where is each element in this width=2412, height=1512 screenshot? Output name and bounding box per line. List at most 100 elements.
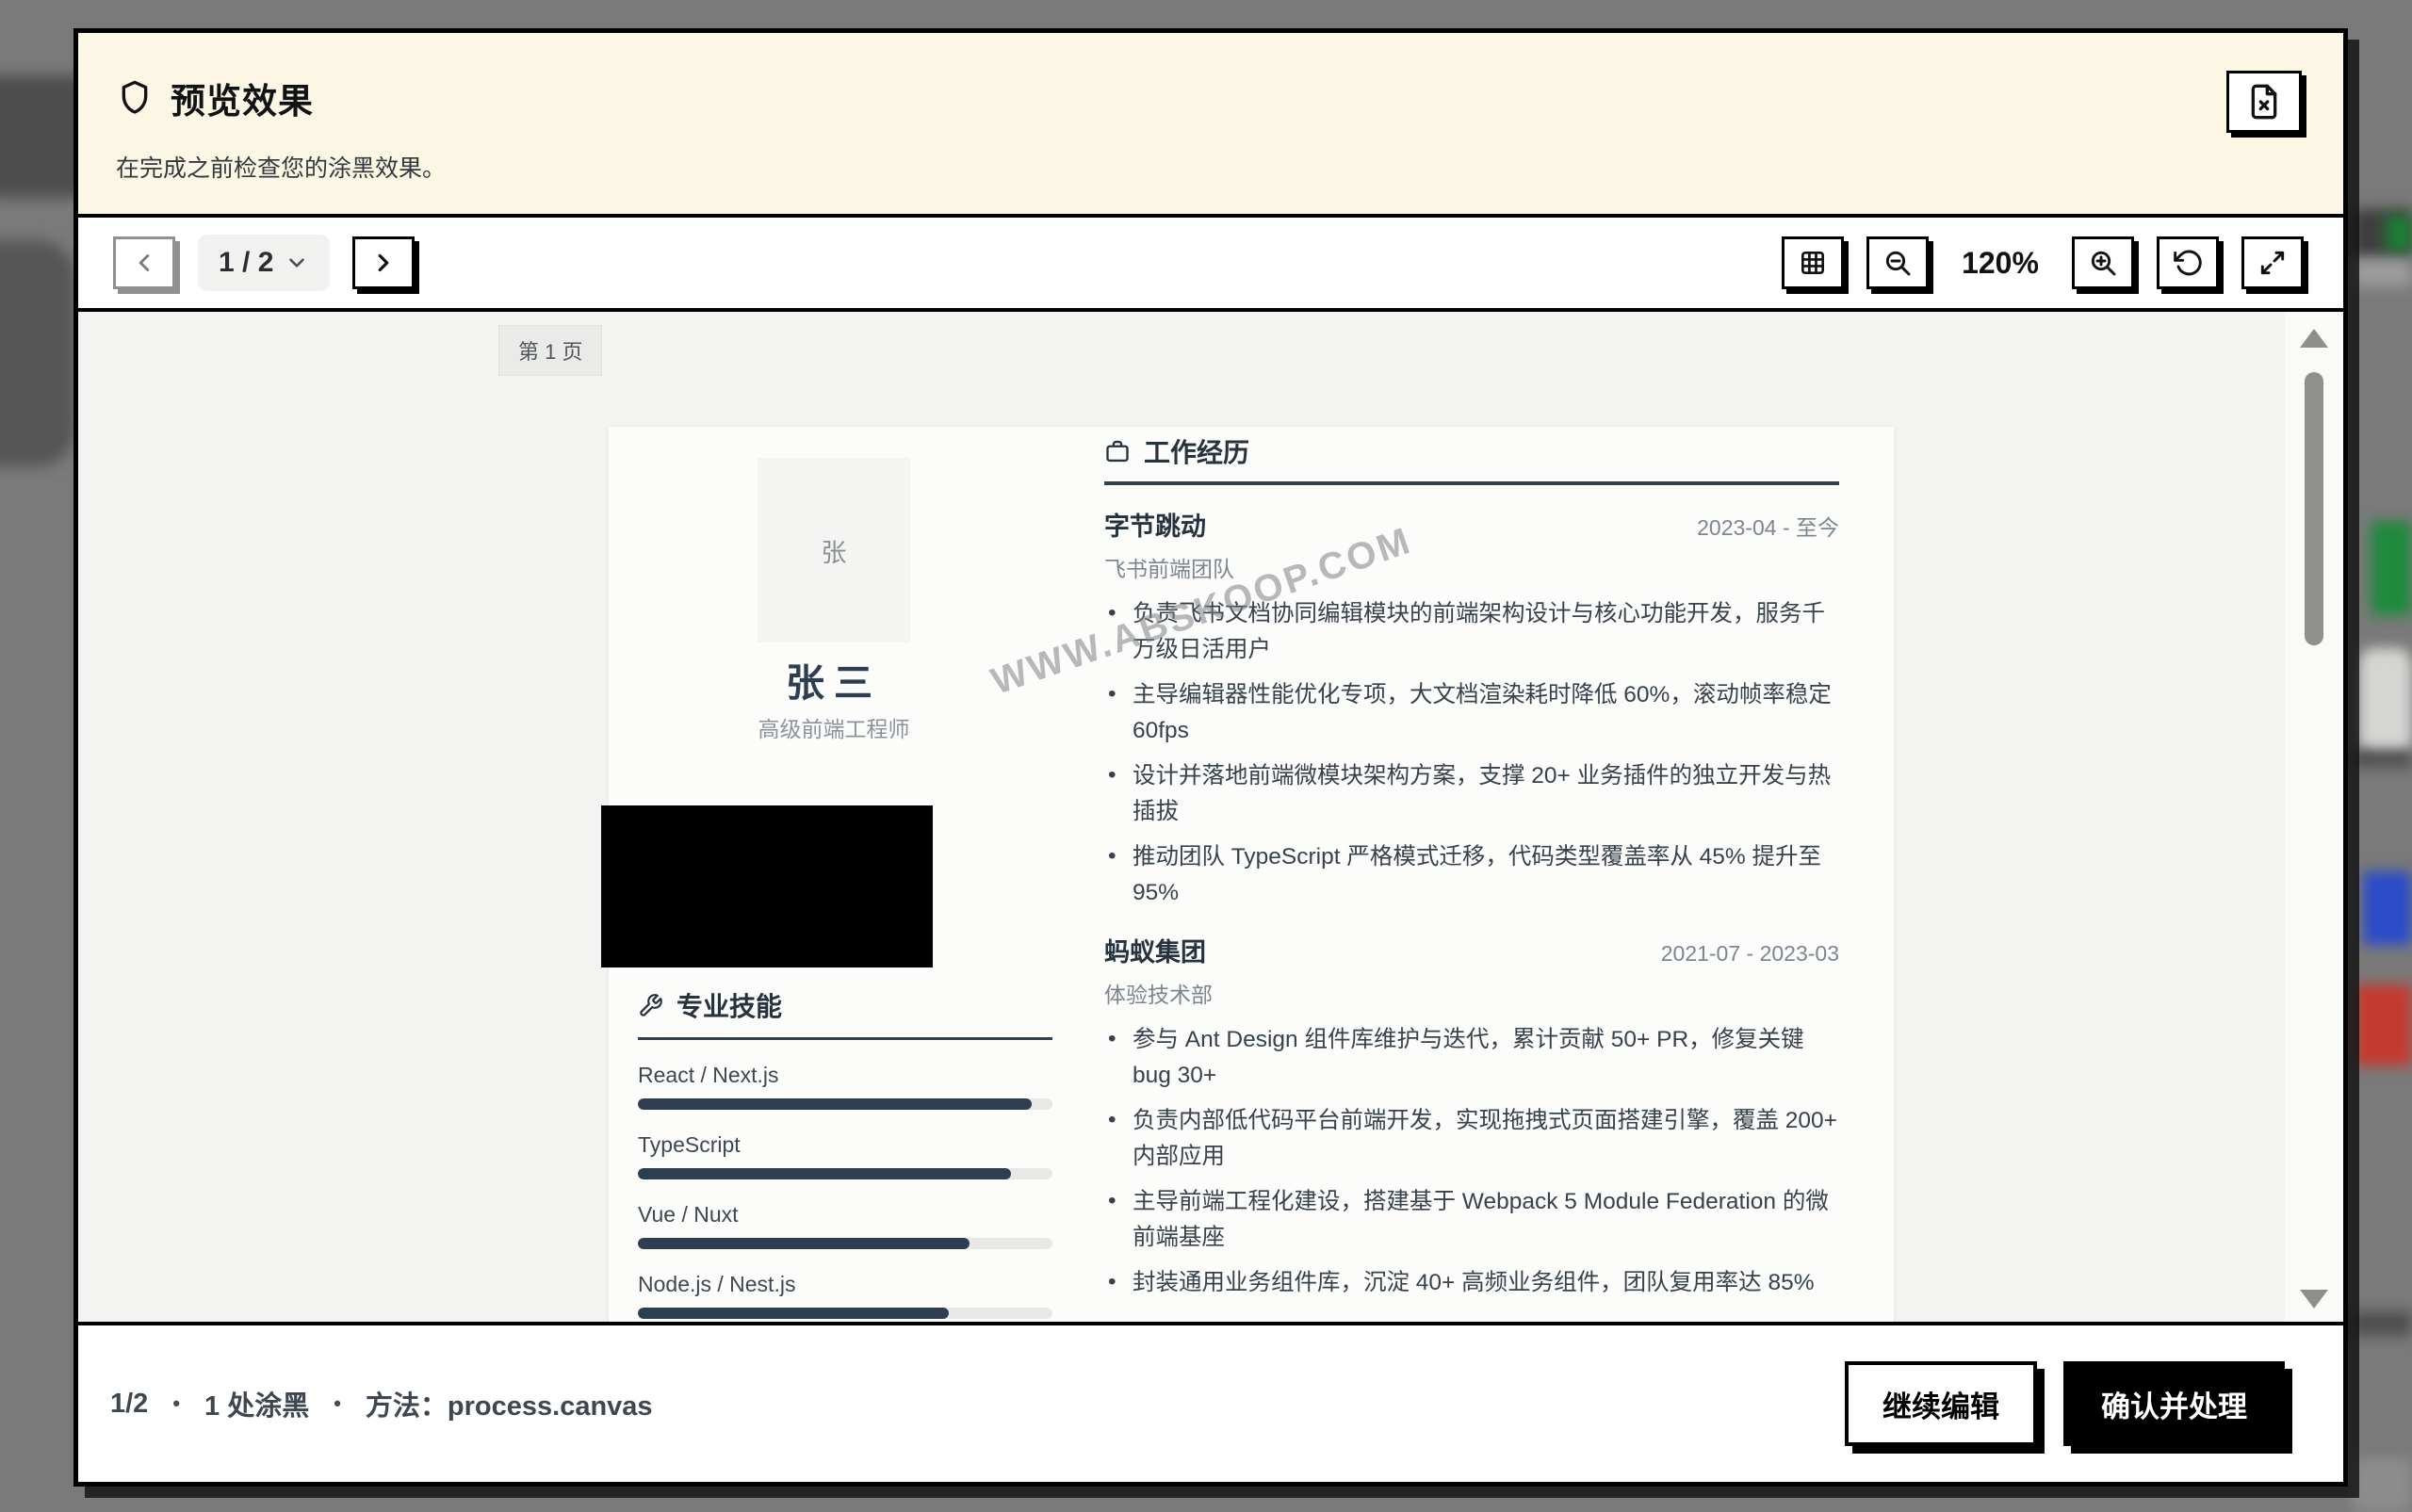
chevron-down-icon bbox=[285, 251, 309, 275]
briefcase-icon bbox=[1104, 438, 1131, 464]
background-blur-dark-line bbox=[2354, 750, 2412, 767]
fullscreen-button[interactable] bbox=[2241, 236, 2304, 289]
modal-title-row: 预览效果 bbox=[116, 73, 2343, 123]
job-entry: 字节跳动 2023-04 - 至今飞书前端团队负责飞书文档协同编辑模块的前端架构设… bbox=[1104, 506, 1839, 911]
skills-list: React / Next.js TypeScript Vue / Nuxt Node.… bbox=[638, 1063, 1052, 1325]
job-bullet-list: 参与 Ant Design 组件库维护与迭代，累计贡献 50+ PR，修复关键 … bbox=[1104, 1022, 1839, 1301]
page-number-badge: 第 1 页 bbox=[498, 325, 602, 376]
skill-label: React / Next.js bbox=[638, 1063, 1052, 1088]
job-entry: 蚂蚁集团2021-07 - 2023-03 体验技术部参与 Ant Design … bbox=[1104, 932, 1839, 1301]
skill-label: TypeScript bbox=[638, 1132, 1052, 1158]
export-file-button[interactable] bbox=[2226, 71, 2302, 133]
resume-page: 张 张三 高级前端工程师 专业技能 React / Next.js TypeScr… bbox=[609, 427, 1894, 1325]
scroll-down-arrow-icon[interactable] bbox=[2300, 1290, 2328, 1309]
skill-item: Node.js / Nest.js bbox=[638, 1272, 1052, 1319]
skills-divider bbox=[638, 1037, 1052, 1040]
chevron-left-icon bbox=[130, 249, 158, 277]
skill-bar-fill bbox=[638, 1308, 949, 1319]
grid-view-button[interactable] bbox=[1782, 236, 1844, 289]
background-blur-bottom-strip bbox=[2352, 1311, 2412, 1336]
skill-label: Node.js / Nest.js bbox=[638, 1272, 1052, 1297]
document-preview-area: 第 1 页 张 张三 高级前端工程师 专业技能 React / Next. bbox=[78, 312, 2343, 1325]
skill-bar-fill bbox=[638, 1168, 1011, 1179]
skill-bar-track bbox=[638, 1238, 1052, 1249]
redaction-status: 1/2 • 1 处涂黑 • 方法：process.canvas bbox=[110, 1384, 1818, 1423]
status-page: 1/2 bbox=[110, 1389, 148, 1420]
avatar-char: 张 bbox=[822, 532, 847, 569]
skill-item: React / Next.js bbox=[638, 1063, 1052, 1110]
skill-item: Vue / Nuxt bbox=[638, 1202, 1052, 1249]
skills-section: 专业技能 React / Next.js TypeScript Vue / Nuxt… bbox=[638, 986, 1052, 1325]
status-method: 方法：process.canvas bbox=[366, 1384, 653, 1423]
skill-bar-track bbox=[638, 1308, 1052, 1319]
zoom-in-icon bbox=[2088, 248, 2118, 278]
preview-toolbar: 1 / 2 bbox=[78, 218, 2343, 312]
skill-bar-track bbox=[638, 1098, 1052, 1110]
resume-role: 高级前端工程师 bbox=[609, 711, 1059, 743]
status-separator: • bbox=[172, 1391, 180, 1416]
modal-subtitle: 在完成之前检查您的涂黑效果。 bbox=[116, 150, 2343, 184]
job-company: 蚂蚁集团 bbox=[1104, 932, 1206, 968]
prev-page-button[interactable] bbox=[113, 236, 175, 289]
job-team: 体验技术部 bbox=[1104, 977, 1839, 1009]
scrollbar-thumb[interactable] bbox=[2305, 372, 2323, 645]
job-bullet-list: 负责飞书文档协同编辑模块的前端架构设计与核心功能开发，服务千万级日活用户主导编辑… bbox=[1104, 596, 1839, 911]
job-team: 飞书前端团队 bbox=[1104, 551, 1839, 583]
job-bullet: 参与 Ant Design 组件库维护与迭代，累计贡献 50+ PR，修复关键 … bbox=[1104, 1022, 1839, 1094]
preview-modal: 预览效果 在完成之前检查您的涂黑效果。 1 / 2 bbox=[73, 28, 2348, 1487]
zoom-out-button[interactable] bbox=[1866, 236, 1929, 289]
shield-icon bbox=[116, 79, 154, 117]
modal-header: 预览效果 在完成之前检查您的涂黑效果。 bbox=[78, 33, 2343, 218]
scroll-up-arrow-icon[interactable] bbox=[2300, 329, 2328, 348]
preview-scrollbar[interactable] bbox=[2285, 312, 2343, 1322]
background-blur-band bbox=[2352, 260, 2412, 286]
job-period: 2023-04 - 至今 bbox=[1697, 510, 1839, 542]
work-title: 工作经历 bbox=[1144, 432, 1249, 470]
background-blur-green-chip bbox=[2386, 215, 2412, 252]
skill-bar-track bbox=[638, 1168, 1052, 1179]
status-separator: • bbox=[334, 1391, 341, 1416]
skill-item: TypeScript bbox=[638, 1132, 1052, 1179]
skill-bar-fill bbox=[638, 1098, 1032, 1110]
chevron-right-icon bbox=[369, 249, 398, 277]
grid-icon bbox=[1798, 248, 1828, 278]
rotate-ccw-icon bbox=[2173, 248, 2203, 278]
job-bullet: 负责飞书文档协同编辑模块的前端架构设计与核心功能开发，服务千万级日活用户 bbox=[1104, 596, 1839, 668]
continue-editing-button[interactable]: 继续编辑 bbox=[1845, 1361, 2037, 1446]
expand-icon bbox=[2257, 248, 2288, 278]
job-company: 字节跳动 bbox=[1104, 506, 1206, 543]
resume-name: 张三 bbox=[609, 651, 1059, 707]
skills-heading: 专业技能 bbox=[638, 986, 1052, 1024]
zoom-level: 120% bbox=[1951, 246, 2049, 281]
skills-title: 专业技能 bbox=[676, 986, 782, 1024]
background-blur-bottom-light bbox=[2352, 1458, 2412, 1512]
job-bullet: 主导前端工程化建设，搭建基于 Webpack 5 Module Federati… bbox=[1104, 1184, 1839, 1256]
page-selector[interactable]: 1 / 2 bbox=[198, 235, 330, 291]
modal-title: 预览效果 bbox=[171, 73, 314, 123]
job-header: 蚂蚁集团2021-07 - 2023-03 bbox=[1104, 932, 1839, 968]
work-section: 工作经历 字节跳动 2023-04 - 至今飞书前端团队负责飞书文档协同编辑模块的… bbox=[1104, 432, 1839, 1310]
background-blur-light-box bbox=[2359, 648, 2412, 756]
page-indicator: 1 / 2 bbox=[219, 247, 273, 279]
jobs-list: 字节跳动 2023-04 - 至今飞书前端团队负责飞书文档协同编辑模块的前端架构设… bbox=[1104, 506, 1839, 1301]
work-heading: 工作经历 bbox=[1104, 432, 1839, 470]
redaction-block bbox=[601, 805, 933, 967]
next-page-button[interactable] bbox=[352, 236, 415, 289]
job-header: 字节跳动 2023-04 - 至今 bbox=[1104, 506, 1839, 543]
zoom-in-button[interactable] bbox=[2072, 236, 2134, 289]
file-x-icon bbox=[2245, 83, 2283, 121]
skill-label: Vue / Nuxt bbox=[638, 1202, 1052, 1227]
skill-bar-fill bbox=[638, 1238, 970, 1249]
resume-photo-placeholder: 张 bbox=[758, 458, 910, 642]
job-bullet: 推动团队 TypeScript 严格模式迁移，代码类型覆盖率从 45% 提升至 … bbox=[1104, 839, 1839, 911]
job-bullet: 主导编辑器性能优化专项，大文档渲染耗时降低 60%，滚动帧率稳定 60fps bbox=[1104, 677, 1839, 749]
background-blur-green-button bbox=[2371, 521, 2412, 615]
wrench-icon bbox=[638, 993, 663, 1018]
confirm-process-button[interactable]: 确认并处理 bbox=[2063, 1361, 2285, 1446]
status-redaction-count: 1 处涂黑 bbox=[204, 1384, 309, 1423]
rotate-button[interactable] bbox=[2157, 236, 2219, 289]
job-bullet: 负责内部低代码平台前端开发，实现拖拽式页面搭建引擎，覆盖 200+ 内部应用 bbox=[1104, 1103, 1839, 1175]
job-bullet: 封装通用业务组件库，沉淀 40+ 高频业务组件，团队复用率达 85% bbox=[1104, 1265, 1839, 1301]
background-blur-blue-button bbox=[2363, 871, 2412, 945]
background-blur-panel bbox=[0, 240, 75, 466]
